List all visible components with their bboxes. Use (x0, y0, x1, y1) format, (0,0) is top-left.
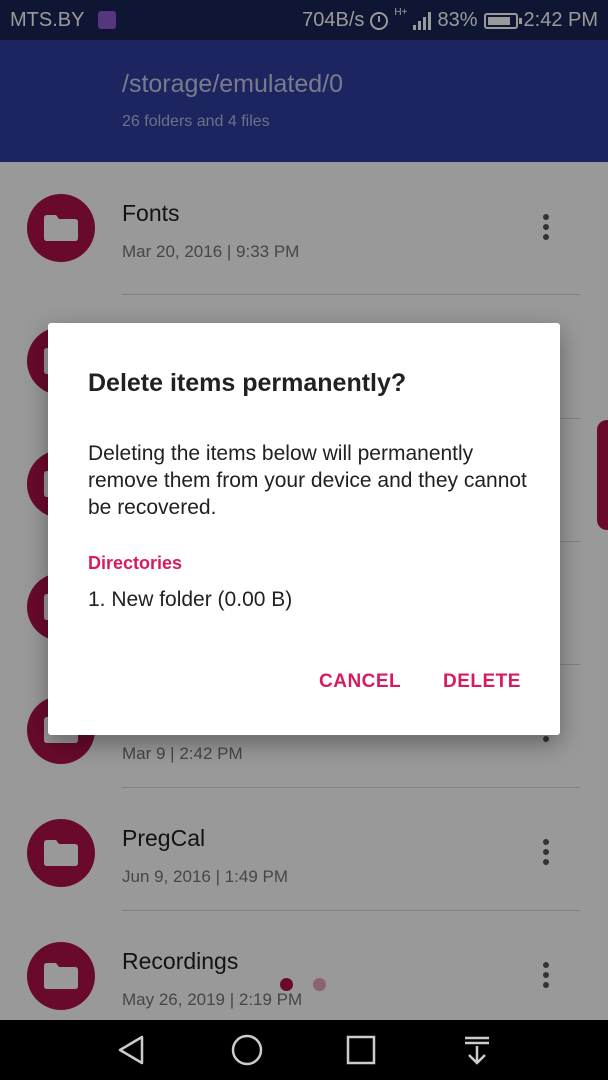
directory-item: 1. New folder (0.00 B) (88, 588, 293, 611)
dialog-message: Deleting the items below will permanentl… (88, 442, 527, 519)
delete-button[interactable]: DELETE (443, 671, 521, 693)
notification-pulldown-icon[interactable] (459, 1032, 495, 1068)
cancel-button[interactable]: CANCEL (319, 671, 401, 693)
dialog-title: Delete items permanently? (88, 369, 407, 397)
recents-icon[interactable] (343, 1032, 379, 1068)
home-icon[interactable] (229, 1032, 265, 1068)
navigation-bar (0, 1020, 608, 1080)
delete-dialog: Delete items permanently? Deleting the i… (48, 323, 560, 735)
section-label: Directories (88, 553, 183, 573)
back-icon[interactable] (114, 1032, 150, 1068)
